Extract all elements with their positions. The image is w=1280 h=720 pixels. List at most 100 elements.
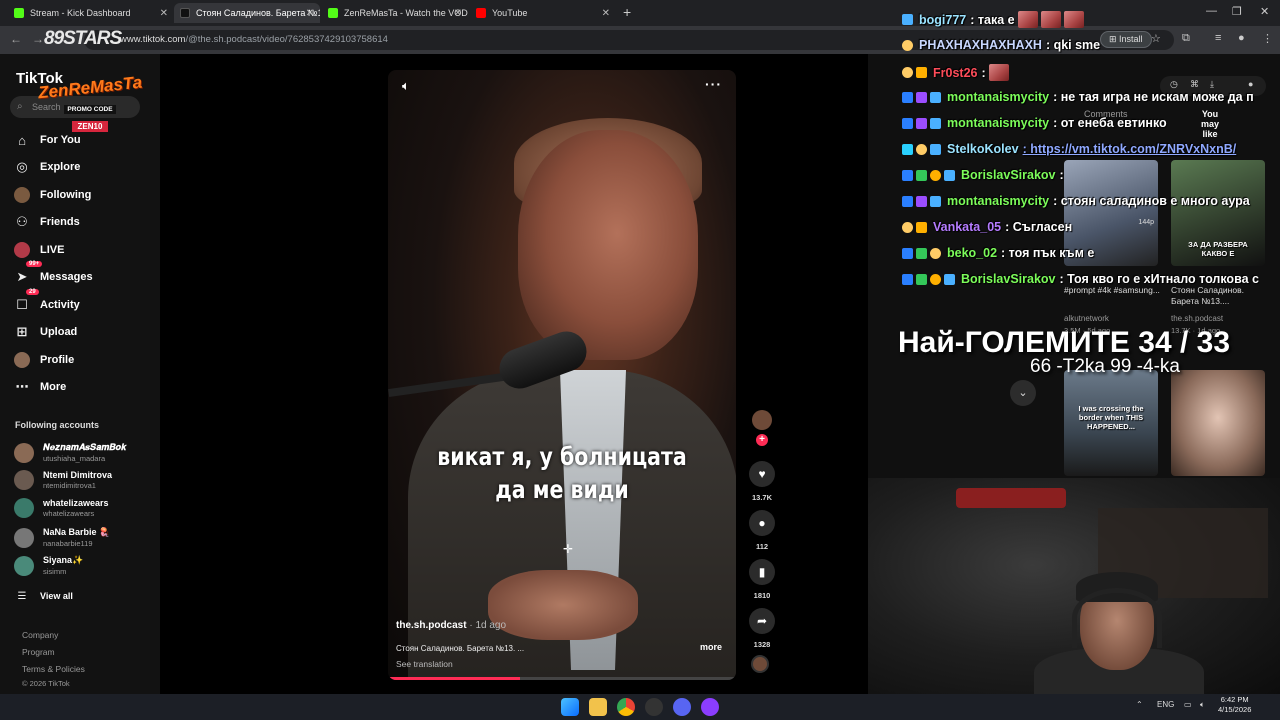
live-icon: [14, 242, 30, 258]
minimize-icon[interactable]: —: [1206, 5, 1217, 17]
following-account[interactable]: NaNa Barbie 🪼 nanabarbie119: [14, 527, 110, 548]
badge-icon: [902, 117, 913, 129]
search-icon: ⌕: [17, 101, 23, 112]
comment-icon: ●: [749, 510, 775, 536]
suggested-author[interactable]: alkutnetwork: [1064, 314, 1109, 323]
close-window-icon[interactable]: ✕: [1260, 5, 1269, 18]
quality-badge: 144p: [1138, 219, 1154, 226]
nav-explore[interactable]: ◎ Explore: [14, 159, 80, 175]
footer-terms-link[interactable]: Terms & Policies: [22, 664, 85, 674]
nav-upload[interactable]: ⊞ Upload: [14, 324, 78, 340]
chat-text: :: [1059, 168, 1064, 182]
nav-live[interactable]: LIVE: [14, 242, 64, 258]
more-options-icon[interactable]: ···: [705, 76, 722, 92]
tab-you-may-like[interactable]: You may like: [1193, 109, 1227, 139]
maximize-icon[interactable]: ❐: [1232, 5, 1242, 18]
avatar: [14, 442, 34, 463]
share-button[interactable]: ➦ 1328: [745, 608, 779, 649]
tab-tiktok-video[interactable]: Стоян Саладинов. Барета №13 ✕: [174, 3, 320, 23]
youtube-favicon-icon: [476, 8, 486, 18]
view-all-link[interactable]: ☰ View all: [14, 588, 73, 604]
save-button[interactable]: ▮ 1810: [745, 559, 779, 600]
nav-messages[interactable]: ➤ 99+ Messages: [14, 261, 93, 285]
footer-company-link[interactable]: Company: [22, 630, 58, 640]
stream-goal-title: Най-ГОЛЕМИТЕ 34 / 33: [898, 326, 1231, 359]
profile-avatar-icon[interactable]: ●: [1238, 32, 1245, 44]
media-controls-icon[interactable]: ≡: [1215, 32, 1221, 44]
suggested-video-thumb[interactable]: I was crossing the border when THIS HAPP…: [1064, 370, 1158, 476]
language-indicator[interactable]: ENG: [1157, 700, 1174, 709]
author-avatar[interactable]: [752, 410, 772, 430]
close-icon[interactable]: ✕: [306, 8, 314, 19]
suggested-author[interactable]: the.sh.podcast: [1171, 314, 1223, 323]
volume-icon[interactable]: 🔈︎: [402, 78, 410, 94]
file-explorer-icon[interactable]: [589, 698, 607, 716]
suggested-video-thumb[interactable]: ЗА ДА РАЗБЕРА КАКВО Е: [1171, 160, 1265, 266]
emote-icon: [1040, 11, 1061, 28]
clock-icon[interactable]: ◷: [1170, 79, 1178, 90]
badge-icon: [930, 195, 941, 207]
music-disc-icon[interactable]: [751, 655, 769, 673]
following-account[interactable]: Siyana✨ sisimm: [14, 555, 83, 576]
nav-following[interactable]: Following: [14, 187, 91, 203]
app-icon[interactable]: [701, 698, 719, 716]
nav-label: Friends: [40, 216, 80, 228]
new-tab-button[interactable]: +: [623, 4, 631, 20]
download-icon[interactable]: ⤓: [1210, 79, 1214, 90]
browser-menu-icon[interactable]: ⋮: [1262, 32, 1273, 45]
following-account[interactable]: Ntemi Dimitrova ntemidimitrova1: [14, 470, 112, 490]
nav-profile[interactable]: Profile: [14, 352, 74, 368]
forward-icon[interactable]: →: [32, 32, 44, 46]
back-icon[interactable]: ←: [10, 32, 22, 46]
bookmark-star-icon[interactable]: ☆: [1151, 32, 1161, 45]
tab-label: Стоян Саладинов. Барета №13: [196, 8, 320, 18]
badge-icon: [902, 67, 913, 78]
windows-start-icon[interactable]: [561, 698, 579, 716]
like-button[interactable]: ♥ 13.7K: [745, 461, 779, 502]
subtitle-line: да ме види: [495, 475, 629, 504]
url-path: /@the.sh.podcast/video/76285374291037586…: [185, 34, 388, 45]
description-more-button[interactable]: more: [700, 642, 722, 652]
following-account[interactable]: 𝑵𝒆𝒛𝒏𝒂𝒎𝑨𝒔𝑺𝒂𝒎𝑩𝒐𝒌 utushiaha_madara: [14, 442, 127, 463]
tab-kick-dashboard[interactable]: Stream - Kick Dashboard ✕: [8, 3, 174, 23]
chevron-down-icon[interactable]: ⌄: [1010, 380, 1036, 406]
badge-icon: [930, 273, 941, 285]
nav-more[interactable]: ⋯ More: [14, 379, 67, 395]
chat-user: StelkoKolev: [947, 142, 1019, 156]
extensions-icon[interactable]: ⧉: [1182, 32, 1190, 45]
badge-icon: [902, 195, 913, 207]
suggested-video-thumb[interactable]: [1171, 370, 1265, 476]
compass-icon: ◎: [16, 159, 28, 174]
follow-plus-button[interactable]: +: [756, 434, 768, 446]
zenremasta-logo: ZenReMasTa PROMO CODE ZEN10: [37, 73, 143, 134]
video-progress-bar[interactable]: [388, 677, 736, 680]
tab-zenremasta-vod[interactable]: ZenReMasTa - Watch the VOD ✕: [322, 3, 468, 23]
nav-friends[interactable]: ⚇ Friends: [14, 214, 80, 230]
chat-link[interactable]: : https://vm.tiktok.com/ZNRVxNxnB/: [1023, 142, 1237, 156]
link-icon[interactable]: ⌘: [1190, 79, 1199, 90]
close-icon[interactable]: ✕: [160, 8, 168, 19]
suggested-caption[interactable]: Стоян Саладинов. Барета №13....: [1171, 285, 1267, 307]
system-clock[interactable]: 6:42 PM 4/15/2026: [1218, 695, 1251, 715]
comment-button[interactable]: ● 112: [745, 510, 779, 551]
chrome-icon[interactable]: [617, 698, 635, 716]
emote-icon: [988, 64, 1009, 81]
tab-youtube[interactable]: YouTube ✕: [470, 3, 616, 23]
volume-tray-icon[interactable]: 🔈︎: [1200, 700, 1205, 710]
nav-for-you[interactable]: ⌂ For You: [14, 132, 80, 148]
nav-activity[interactable]: ☐ 29 Activity: [14, 289, 80, 313]
tray-chevron-icon[interactable]: ⌃: [1136, 700, 1143, 709]
close-icon[interactable]: ✕: [602, 8, 610, 19]
video-player[interactable]: викат я, у болницата да ме види 🔈︎ ··· t…: [388, 70, 736, 680]
network-icon[interactable]: ▭: [1184, 700, 1192, 709]
see-translation-link[interactable]: See translation: [396, 659, 453, 669]
video-author[interactable]: the.sh.podcast · 1d ago: [396, 620, 506, 631]
avatar[interactable]: ●: [1248, 79, 1253, 89]
close-icon[interactable]: ✕: [454, 8, 462, 19]
install-app-button[interactable]: ⊞ Install: [1100, 31, 1152, 48]
suggested-caption[interactable]: #prompt #4k #samsung...: [1064, 285, 1160, 296]
obs-icon[interactable]: [645, 698, 663, 716]
discord-icon[interactable]: [673, 698, 691, 716]
following-account[interactable]: whatelizawears whatelizawears: [14, 498, 109, 518]
footer-program-link[interactable]: Program: [22, 647, 55, 657]
